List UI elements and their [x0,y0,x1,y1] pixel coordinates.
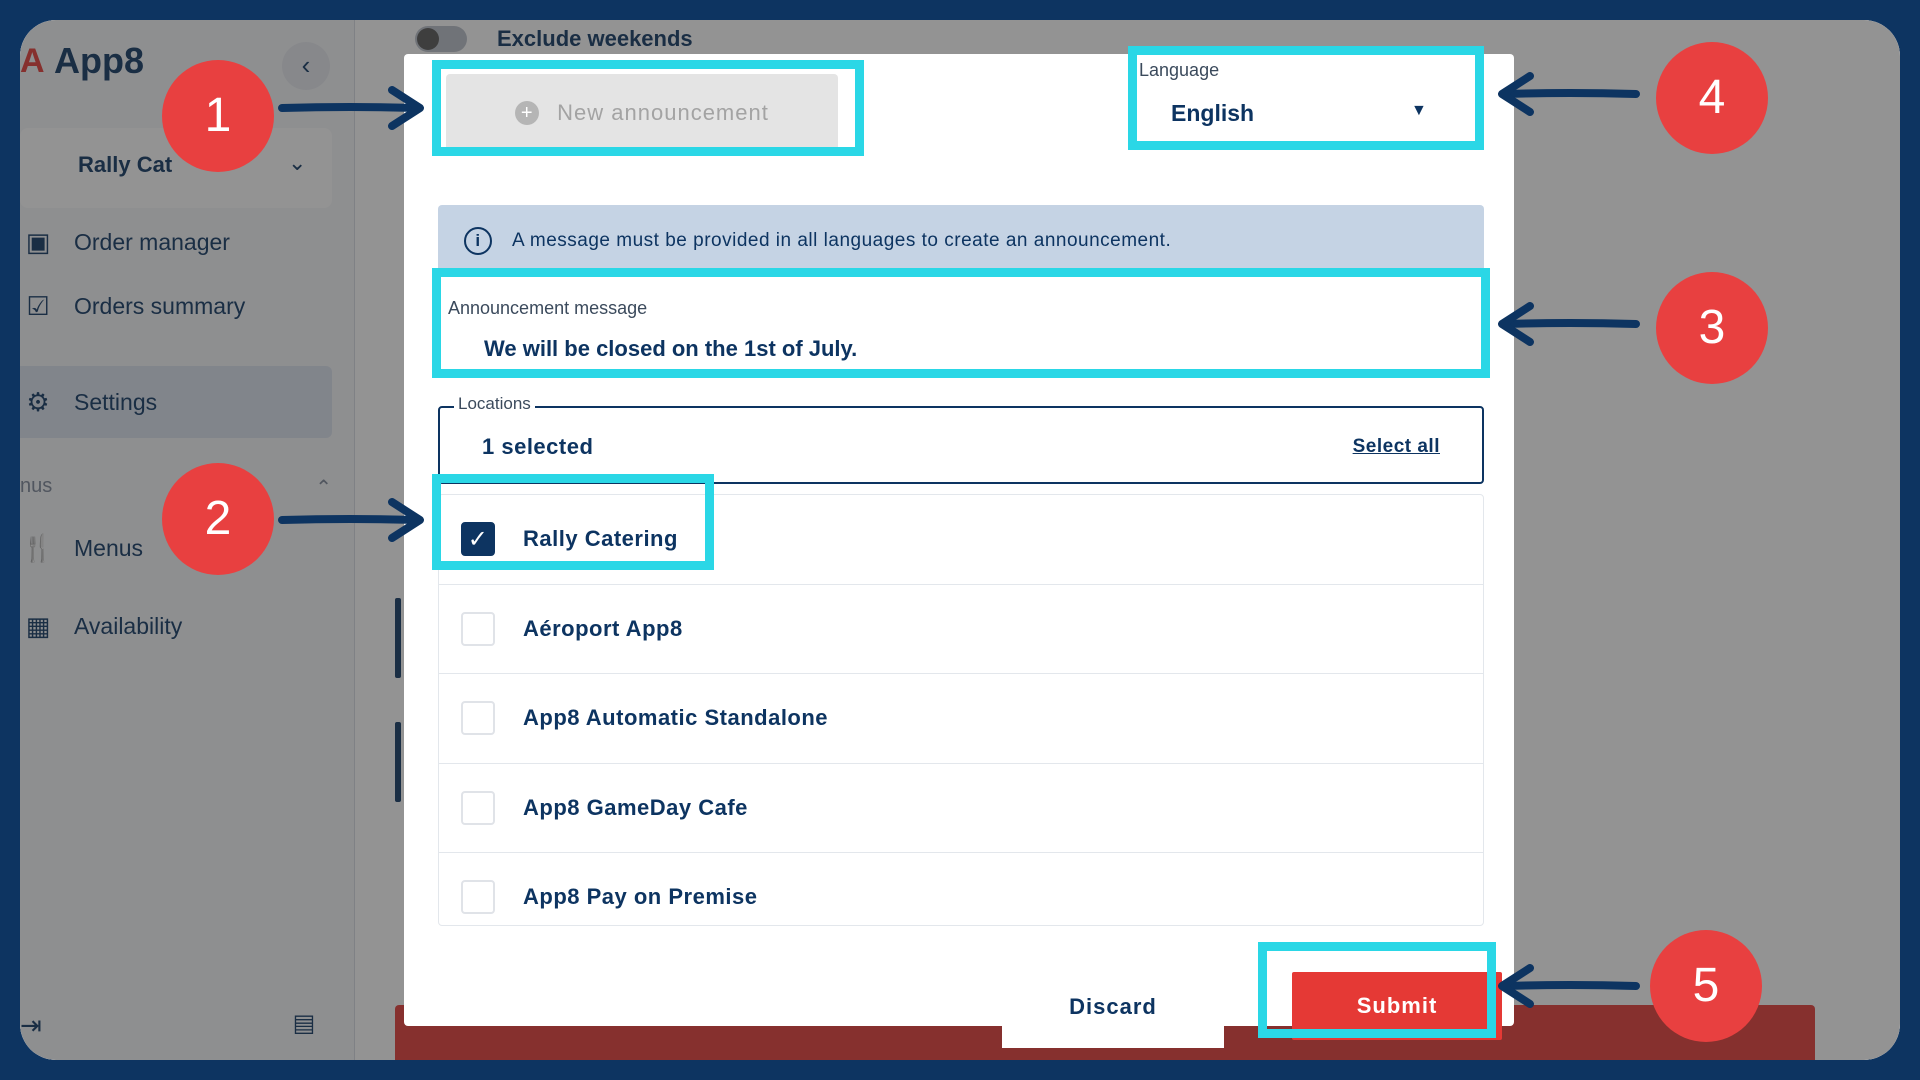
arrow-5 [1500,981,1640,990]
callout-4: 4 [1656,42,1768,154]
app-frame: A App8 ‹ Rally Cat ⌄ ▣ Order manager ☑ O… [20,20,1900,1060]
arrow-4 [1500,89,1640,98]
arrow-2 [278,515,422,524]
callout-1: 1 [162,60,274,172]
callout-5: 5 [1650,930,1762,1042]
callout-arrows [278,72,1640,1008]
callout-3: 3 [1656,272,1768,384]
arrow-1 [278,103,422,112]
arrow-3 [1500,319,1640,328]
callout-2: 2 [162,463,274,575]
